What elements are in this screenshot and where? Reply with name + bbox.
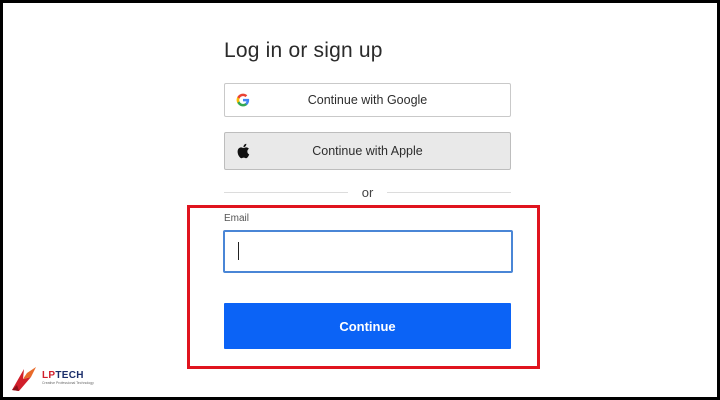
page-title: Log in or sign up xyxy=(224,39,383,62)
email-field[interactable] xyxy=(223,230,513,273)
lptech-logo-icon xyxy=(12,367,36,391)
google-icon xyxy=(235,92,251,108)
apple-icon xyxy=(235,143,251,159)
continue-with-google-button[interactable]: Continue with Google xyxy=(224,83,511,117)
lptech-brand: LPTECH xyxy=(42,369,84,381)
divider-line-right xyxy=(387,191,511,193)
continue-button[interactable]: Continue xyxy=(224,303,511,349)
text-cursor xyxy=(238,242,239,260)
email-label: Email xyxy=(224,213,250,224)
google-button-label: Continue with Google xyxy=(307,93,428,107)
apple-button-label: Continue with Apple xyxy=(312,144,423,158)
or-text: or xyxy=(361,184,374,200)
screenshot-frame: Log in or sign up Continue with Google C… xyxy=(0,0,720,400)
or-divider: or xyxy=(224,183,511,201)
lptech-watermark: LPTECH Creative Professional Technology xyxy=(9,363,94,393)
lptech-logo-text: LPTECH Creative Professional Technology xyxy=(42,369,94,386)
continue-with-apple-button[interactable]: Continue with Apple xyxy=(224,132,511,170)
divider-line-left xyxy=(224,191,348,193)
lptech-tagline: Creative Professional Technology xyxy=(42,380,94,385)
